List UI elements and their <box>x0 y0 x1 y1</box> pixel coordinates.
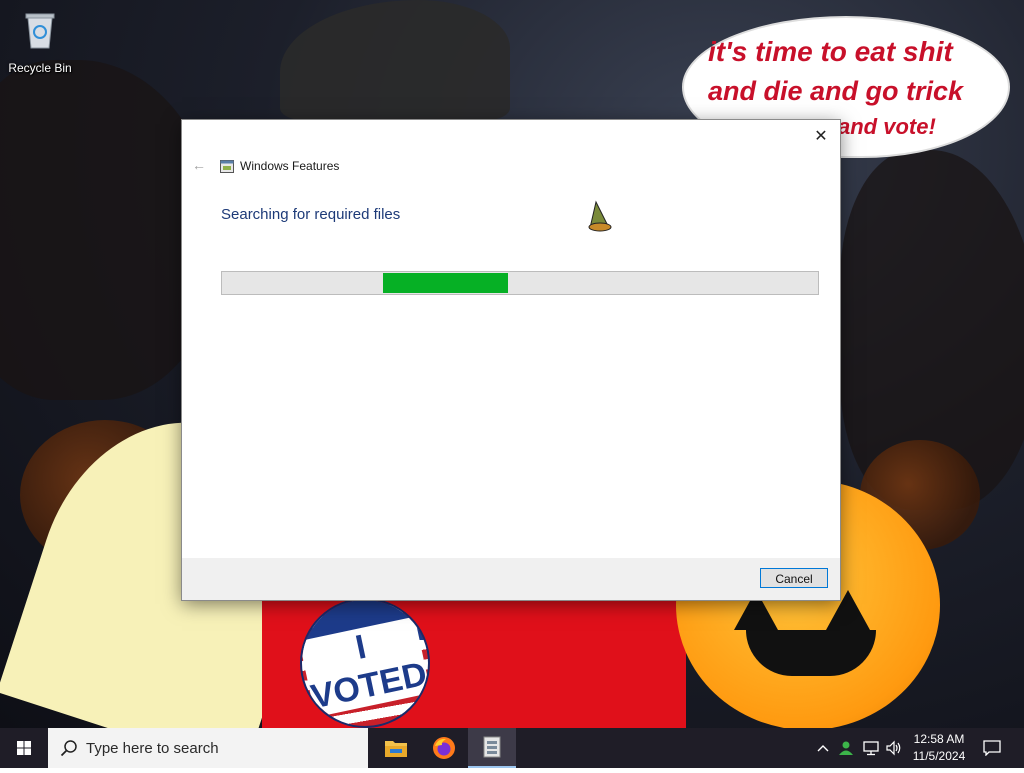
network-icon <box>863 741 879 756</box>
dialog-title-bar: Windows Features <box>220 158 339 174</box>
tray-user[interactable] <box>836 728 856 768</box>
cancel-button[interactable]: Cancel <box>760 568 828 588</box>
status-heading: Searching for required files <box>221 206 401 223</box>
wallpaper-witch-hat <box>280 0 510 120</box>
windows-features-icon <box>483 736 501 758</box>
close-icon[interactable]: ✕ <box>810 126 832 148</box>
search-icon <box>60 740 77 757</box>
show-hidden-icons[interactable] <box>814 728 832 768</box>
search-placeholder: Type here to search <box>86 739 219 757</box>
taskbar: Type here to search 12:58 AM 11/5/2024 <box>0 728 1024 768</box>
progress-bar <box>221 271 819 295</box>
speech-line-1: it's time to eat shit <box>708 36 953 67</box>
windows-features-dialog: ✕ ← Windows Features Searching for requi… <box>182 120 840 600</box>
person-icon <box>839 741 853 755</box>
folder-icon <box>385 741 407 757</box>
dialog-title: Windows Features <box>240 159 340 173</box>
taskbar-clock[interactable]: 12:58 AM 11/5/2024 <box>904 731 974 765</box>
clock-date: 11/5/2024 <box>912 749 966 763</box>
speech-line-3: and vote! <box>838 114 936 139</box>
windows-logo-icon <box>17 741 31 755</box>
taskbar-windows-features[interactable] <box>468 728 516 768</box>
progress-bar-fill <box>383 273 508 293</box>
dialog-footer: Cancel <box>182 558 840 600</box>
busy-cursor-icon <box>588 200 612 232</box>
action-center-button[interactable] <box>980 728 1004 768</box>
back-arrow-icon[interactable]: ← <box>190 156 208 174</box>
recycle-bin-icon <box>25 13 55 49</box>
tray-network[interactable] <box>860 728 882 768</box>
firefox-icon <box>433 737 455 759</box>
taskbar-firefox[interactable] <box>420 728 468 768</box>
speech-line-2: and die and go trick <box>708 76 964 106</box>
windows-features-icon <box>220 159 234 173</box>
volume-icon <box>886 740 901 756</box>
recycle-bin-shortcut[interactable]: Recycle Bin <box>4 6 76 75</box>
taskbar-file-explorer[interactable] <box>372 728 420 768</box>
recycle-bin-label: Recycle Bin <box>8 61 72 75</box>
taskbar-search-box[interactable]: Type here to search <box>48 728 368 768</box>
wallpaper-voted-badge: I VOTED <box>300 598 430 728</box>
notification-icon <box>983 740 1001 756</box>
start-button[interactable] <box>0 728 48 768</box>
chevron-up-icon <box>817 745 829 752</box>
tray-volume[interactable] <box>884 728 904 768</box>
clock-time: 12:58 AM <box>913 732 965 746</box>
